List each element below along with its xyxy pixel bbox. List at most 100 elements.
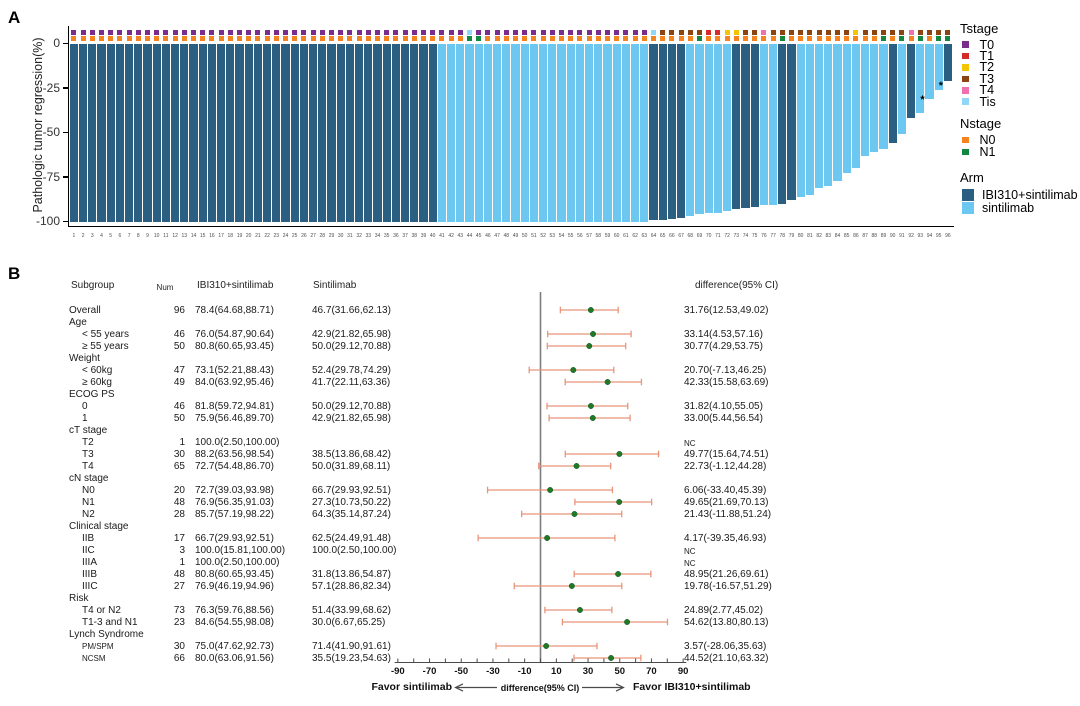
sint-value: 71.4(41.90,91.61) — [312, 640, 391, 652]
subgroup-label: IIIC — [82, 580, 98, 592]
ci-marker — [513, 582, 623, 590]
num-value: 1 — [179, 436, 185, 448]
subgroup-label: 0 — [82, 400, 88, 412]
ci-marker — [564, 450, 660, 458]
figure-container: A B Pathologic tumor regression(%) 0 -25-… — [0, 0, 1080, 706]
ci-marker — [547, 330, 632, 338]
subgroup-label: < 55 years — [82, 328, 129, 340]
difference-value: 19.78(-16.57,51.29) — [684, 580, 772, 592]
subgroup-label: N2 — [82, 508, 95, 520]
subgroup-label: T4 or N2 — [82, 604, 121, 616]
ci-marker — [546, 402, 629, 410]
x-tick-label: 10 — [551, 665, 562, 677]
ibi-value: 88.2(63.56,98.54) — [195, 448, 274, 460]
num-value: 17 — [173, 532, 185, 544]
ibi-value: 75.0(47.62,92.73) — [195, 640, 274, 652]
x-tick-label: -70 — [422, 665, 437, 677]
sint-value: 46.7(31.66,62.13) — [312, 304, 391, 316]
sint-value: 42.9(21.82,65.98) — [312, 328, 391, 340]
ibi-value: 76.0(54.87,90.64) — [195, 328, 274, 340]
num-value: 1 — [179, 556, 185, 568]
num-value: 30 — [173, 640, 185, 652]
favor-left-label: Favor sintilimab — [371, 681, 452, 693]
ibi-value: 80.0(63.06,91.56) — [195, 652, 274, 664]
ibi-value: 76.3(59.76,88.56) — [195, 604, 274, 616]
column-header-num: Num — [156, 283, 174, 292]
ci-marker — [495, 642, 598, 650]
left-arrow-head — [454, 683, 464, 692]
difference-value: 49.77(15.64,74.51) — [684, 448, 769, 460]
subgroup-label: T4 — [82, 460, 94, 472]
ci-marker — [521, 510, 623, 518]
difference-value: 24.89(2.77,45.02) — [684, 604, 763, 616]
subgroup-label: NCSM — [82, 653, 106, 663]
ibi-value: 84.0(63.92,95.46) — [195, 376, 274, 388]
subgroup-label: Age — [69, 316, 87, 328]
column-header-subgroup: Subgroup — [71, 280, 115, 291]
ci-marker — [486, 486, 614, 494]
num-value: 47 — [173, 364, 185, 376]
x-tick-label: -30 — [486, 665, 500, 677]
subgroup-label: Risk — [69, 592, 89, 604]
subgroup-label: N0 — [82, 484, 95, 496]
difference-value: 33.14(4.53,57.16) — [684, 328, 763, 340]
sint-value: 62.5(24.49,91.48) — [312, 532, 391, 544]
ci-marker — [559, 306, 619, 314]
x-axis-label: difference(95% CI) — [500, 683, 580, 693]
difference-value: 31.82(4.10,55.05) — [684, 400, 763, 412]
difference-value: NC — [684, 439, 696, 448]
forest-plot: Subgroup Num IBI310+sintilimab Sintilima… — [0, 0, 1080, 706]
subgroup-label: < 60kg — [82, 364, 113, 376]
subgroup-label: cT stage — [69, 424, 108, 436]
ibi-value: 84.6(54.55,98.08) — [195, 616, 274, 628]
subgroup-label: IIC — [82, 544, 95, 556]
sint-value: 42.9(21.82,65.98) — [312, 412, 391, 424]
num-value: 20 — [173, 484, 185, 496]
ibi-value: 100.0(2.50,100.00) — [195, 556, 280, 568]
forest-plot-canvas — [394, 292, 687, 692]
num-value: 96 — [173, 304, 185, 316]
difference-value: 48.95(21.26,69.61) — [684, 568, 769, 580]
difference-value: 3.57(-28.06,35.63) — [684, 640, 767, 652]
sint-value: 100.0(2.50,100.00) — [312, 544, 397, 556]
num-value: 50 — [173, 340, 185, 352]
ibi-value: 66.7(29.93,92.51) — [195, 532, 274, 544]
ibi-value: 81.8(59.72,94.81) — [195, 400, 274, 412]
sint-value: 50.0(31.89,68.11) — [312, 460, 391, 472]
sint-value: 52.4(29.78,74.29) — [312, 364, 391, 376]
favor-right-label: Favor IBI310+sintilimab — [633, 681, 751, 693]
sint-value: 66.7(29.93,92.51) — [312, 484, 391, 496]
subgroup-label: IIIA — [82, 556, 98, 568]
x-tick-label: 70 — [646, 665, 657, 677]
x-tick-label: -50 — [454, 665, 469, 677]
subgroup-label: Weight — [69, 352, 100, 364]
ci-marker — [564, 378, 643, 386]
x-tick-label: 50 — [614, 665, 626, 677]
subgroup-label: T1-3 and N1 — [82, 616, 138, 628]
ci-marker — [548, 414, 631, 422]
subgroup-label: ECOG PS — [69, 388, 115, 400]
sint-value: 27.3(10.73,50.22) — [312, 496, 391, 508]
difference-value: 44.52(21.10,63.32) — [684, 652, 769, 664]
num-value: 46 — [173, 400, 185, 412]
num-value: 30 — [173, 448, 185, 460]
ibi-value: 75.9(56.46,89.70) — [195, 412, 274, 424]
num-value: 65 — [173, 460, 185, 472]
ci-marker — [528, 366, 615, 374]
subgroup-label: Overall — [69, 304, 101, 316]
x-tick-label: 30 — [582, 665, 594, 677]
ci-marker — [477, 534, 616, 542]
subgroup-label: IIIB — [82, 568, 98, 580]
right-arrow-head — [615, 683, 625, 692]
x-tick-label: 90 — [677, 665, 689, 677]
ci-marker — [573, 570, 652, 578]
x-tick-label: -90 — [390, 665, 405, 677]
ibi-value: 72.7(54.48,86.70) — [195, 460, 274, 472]
subgroup-label: ≥ 60kg — [82, 376, 112, 388]
difference-value: 21.43(-11.88,51.24) — [684, 508, 772, 520]
difference-value: NC — [684, 559, 696, 568]
x-tick-label: -10 — [517, 665, 532, 677]
num-value: 23 — [173, 616, 185, 628]
ci-marker — [538, 462, 612, 470]
sint-value: 30.0(6.67,65.25) — [312, 616, 386, 628]
